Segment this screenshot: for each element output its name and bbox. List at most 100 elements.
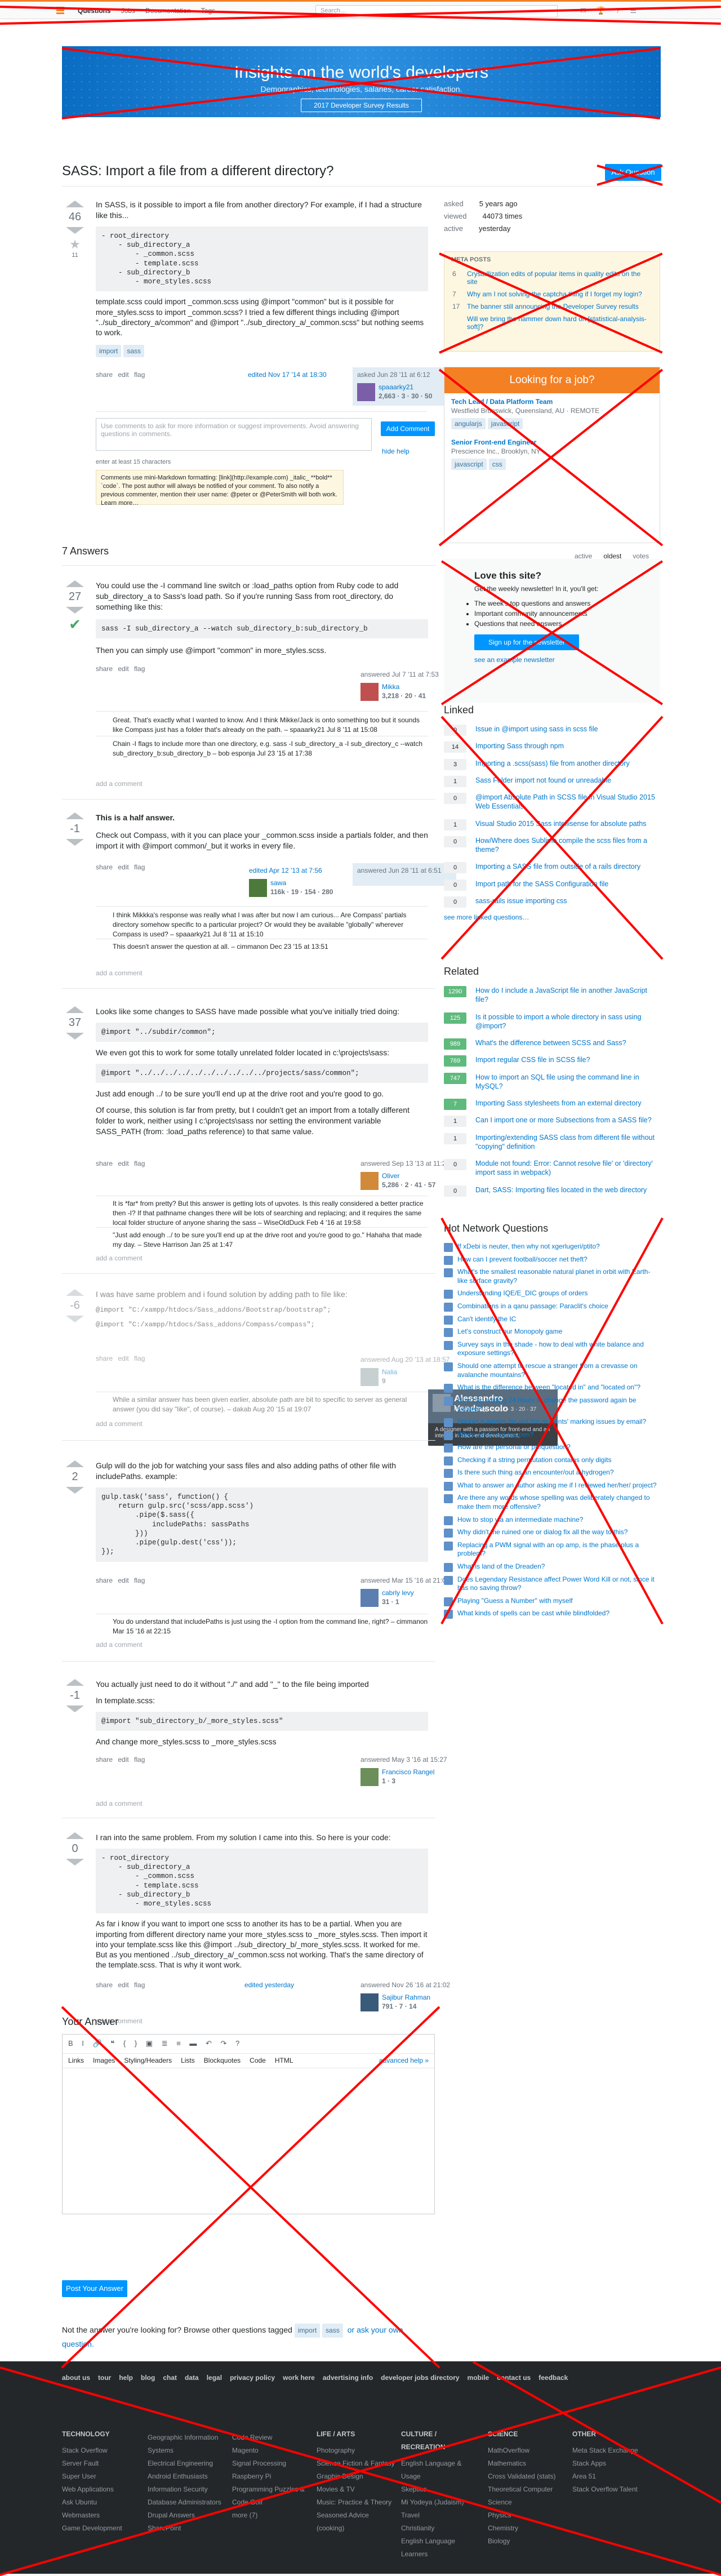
footer-site-link[interactable]: Programming Puzzles & Code Golf xyxy=(232,2483,311,2509)
related-item[interactable]: 747 How to import an SQL file using the c… xyxy=(444,1072,660,1091)
footer-site-link[interactable]: English Language & Usage xyxy=(401,2457,480,2483)
footer-site-link[interactable]: SharePoint xyxy=(148,2522,226,2535)
nav-questions[interactable]: Questions xyxy=(78,7,111,15)
post-menu[interactable]: share edit flag xyxy=(96,863,145,871)
edited-link[interactable]: edited yesterday xyxy=(244,1981,294,1989)
footer-site-link[interactable]: Cross Validated (stats) xyxy=(488,2470,567,2483)
avatar[interactable] xyxy=(357,383,375,401)
add-comment-link[interactable]: add a comment xyxy=(96,969,143,977)
footer-link[interactable]: help xyxy=(119,2374,133,2382)
footer-site-link[interactable]: Android Enthusiasts xyxy=(148,2470,226,2483)
hnq-item[interactable]: Checking if a string permutation contain… xyxy=(444,1456,660,1465)
downvote-icon[interactable] xyxy=(66,1487,84,1494)
footer-site-link[interactable]: Server Fault xyxy=(62,2457,141,2470)
footer-site-link[interactable]: Seasoned Advice (cooking) xyxy=(317,2509,395,2535)
footer-site-link[interactable]: Mathematics xyxy=(488,2457,567,2470)
help-tab-blockquotes[interactable]: Blockquotes xyxy=(204,2057,241,2065)
user-name[interactable]: Nalia xyxy=(382,1368,397,1376)
hnq-item[interactable]: What is the difference between "located … xyxy=(444,1383,660,1393)
related-item[interactable]: 0 Module not found: Error: Cannot resolve… xyxy=(444,1159,660,1178)
site-switcher-icon[interactable]: ☰ xyxy=(630,6,637,15)
footer-site-link[interactable]: Webmasters xyxy=(62,2509,141,2522)
hnq-item[interactable]: Should a master file not the students' m… xyxy=(444,1418,660,1427)
footer-site-link[interactable]: Game Development xyxy=(62,2522,141,2535)
answer-editor[interactable]: B I 🔗 ❝ { } ▣ ≣ ≡ ▬ ↶ ↷ ? Links Images S… xyxy=(62,2034,435,2214)
hnq-item[interactable]: How can I prevent football/soccer net th… xyxy=(444,1255,660,1265)
hnq-item[interactable]: Understanding IQE/E_DIC groups of orders xyxy=(444,1289,660,1299)
downvote-icon[interactable] xyxy=(66,1033,84,1040)
tag-sass[interactable]: sass xyxy=(123,345,145,358)
hnq-item[interactable]: Are there any words whose spelling was d… xyxy=(444,1494,660,1511)
help-tab-code[interactable]: Code xyxy=(250,2057,266,2065)
add-comment-link[interactable]: add a comment xyxy=(96,780,143,788)
stack-overflow-logo-icon[interactable] xyxy=(53,3,68,18)
footer-site-link[interactable]: Magento xyxy=(232,2444,311,2457)
footer-site-link[interactable]: Web Applications xyxy=(62,2483,141,2496)
comment-textarea[interactable]: Use comments to ask for more information… xyxy=(96,418,372,451)
footer-site-link[interactable]: Skeptics xyxy=(401,2483,480,2496)
meta-post[interactable]: 17 The banner still announcing the Develo… xyxy=(444,300,660,313)
advanced-help-link[interactable]: advanced help » xyxy=(379,2057,429,2065)
footer-link[interactable]: feedback xyxy=(538,2374,568,2382)
user-name[interactable]: Francisco Rangel xyxy=(382,1768,434,1776)
related-item[interactable]: 125 Is it possible to import a whole dire… xyxy=(444,1012,660,1031)
edited-link[interactable]: edited Nov 17 '14 at 18:30 xyxy=(248,371,327,379)
hnq-item[interactable]: What to answer an author asking me if I … xyxy=(444,1481,660,1491)
upvote-icon[interactable] xyxy=(66,201,84,207)
add-comment-link[interactable]: add a comment xyxy=(96,1420,143,1428)
avatar[interactable] xyxy=(360,1172,379,1190)
footer-site-link[interactable]: Physics xyxy=(488,2509,567,2522)
downvote-icon[interactable] xyxy=(66,839,84,846)
footer-site-link[interactable]: Raspberry Pi xyxy=(232,2470,311,2483)
footer-site-link[interactable]: Stack Overflow xyxy=(62,2444,141,2457)
footer-site-link[interactable]: Stack Apps xyxy=(572,2457,651,2470)
footer-site-link[interactable]: Area 51 xyxy=(572,2470,651,2483)
footer-site-link[interactable]: Geographic Information Systems xyxy=(148,2431,226,2457)
hnq-item[interactable]: Is there such thing as an encounter/out … xyxy=(444,1468,660,1478)
hnq-item[interactable]: Can't identify the IC xyxy=(444,1315,660,1325)
more-linked-link[interactable]: see more linked questions… xyxy=(444,913,529,921)
question-title[interactable]: SASS: Import a file from a different dir… xyxy=(62,163,422,179)
user-name[interactable]: Sajibur Rahman xyxy=(382,1993,430,2001)
upvote-icon[interactable] xyxy=(66,580,84,587)
linked-item[interactable]: 0 @import Absolute Path in SCSS file in V… xyxy=(444,793,660,811)
user-name[interactable]: Mikka xyxy=(382,683,399,691)
user-name[interactable]: spaaarky21 xyxy=(379,383,413,391)
avatar[interactable] xyxy=(360,1768,379,1786)
related-item[interactable]: 769 Import regular CSS file in SCSS file? xyxy=(444,1055,660,1067)
footer-site-link[interactable]: Signal Processing xyxy=(232,2457,311,2470)
footer-link[interactable]: legal xyxy=(207,2374,222,2382)
hnq-item[interactable]: Does Legendary Resistance affect Power W… xyxy=(444,1575,660,1593)
footer-site-link[interactable]: Theoretical Computer Science xyxy=(488,2483,567,2509)
linked-item[interactable]: 0 Importing a SASS file from outside of a… xyxy=(444,862,660,874)
add-comment-link[interactable]: add a comment xyxy=(96,1641,143,1649)
nav-jobs[interactable]: Jobs xyxy=(121,7,135,15)
footer-site-link[interactable]: Mi Yodeya (Judaism) xyxy=(401,2496,480,2509)
user-name[interactable]: Oliver xyxy=(382,1172,399,1180)
upvote-icon[interactable] xyxy=(66,1679,84,1686)
linked-item[interactable]: 0 Import path for the SASS Configuration … xyxy=(444,879,660,891)
editor-toolbar[interactable]: B I 🔗 ❝ { } ▣ ≣ ≡ ▬ ↶ ↷ ? xyxy=(63,2035,434,2054)
footer-site-link[interactable]: Music: Practice & Theory xyxy=(317,2496,395,2509)
footer-site-link[interactable]: Electrical Engineering xyxy=(148,2457,226,2470)
hnq-item[interactable]: How to stop via an intermediate machine? xyxy=(444,1516,660,1525)
footer-site-link[interactable]: Ask Ubuntu xyxy=(62,2496,141,2509)
footer-link[interactable]: data xyxy=(185,2374,199,2382)
related-item[interactable]: 1 Importing/extending SASS class from dif… xyxy=(444,1132,660,1152)
upvote-icon[interactable] xyxy=(66,812,84,819)
post-menu[interactable]: share edit flag xyxy=(96,1756,145,1764)
upvote-icon[interactable] xyxy=(66,1460,84,1467)
footer-site-link[interactable]: English Language Learners xyxy=(401,2535,480,2561)
help-tab-styling[interactable]: Styling/Headers xyxy=(124,2057,172,2065)
add-comment-button[interactable]: Add Comment xyxy=(381,421,435,436)
hnq-item[interactable]: When will Brexit happen? xyxy=(444,1431,660,1440)
meta-post[interactable]: Will we bring the hammer down hard on [s… xyxy=(444,313,660,333)
footer-link[interactable]: work here xyxy=(283,2374,315,2382)
hnq-item[interactable]: Why didn't the ruined one or dialog fix … xyxy=(444,1528,660,1538)
footer-link[interactable]: contact us xyxy=(497,2374,531,2382)
tag-import[interactable]: import xyxy=(294,2324,321,2338)
post-answer-button[interactable]: Post Your Answer xyxy=(62,2280,127,2297)
footer-site-link[interactable]: Meta Stack Exchange xyxy=(572,2444,651,2457)
footer-site-link[interactable]: Biology xyxy=(488,2535,567,2548)
upvote-icon[interactable] xyxy=(66,1289,84,1296)
